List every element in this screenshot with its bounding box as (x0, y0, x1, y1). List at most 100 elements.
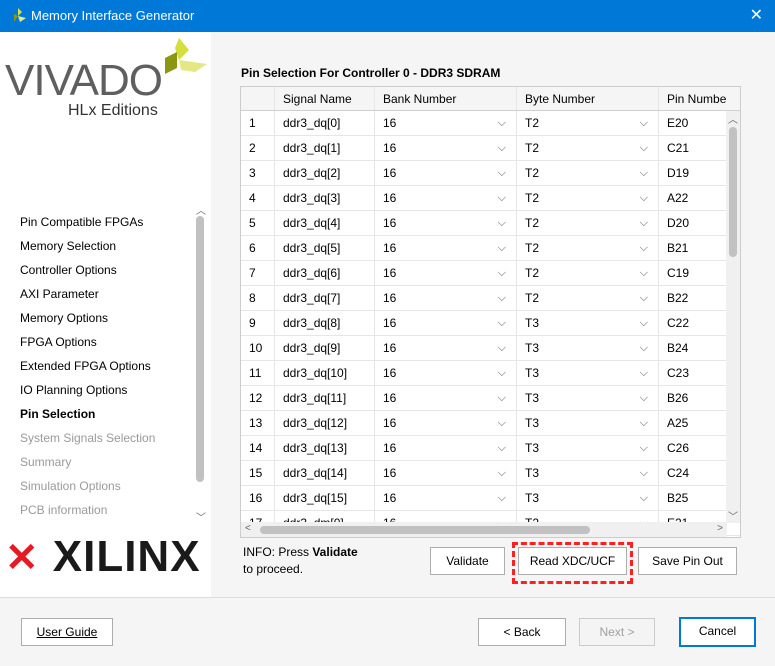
byte-select[interactable]: T3 ⌵ (517, 486, 659, 510)
scroll-right-icon[interactable]: > (717, 523, 723, 534)
chevron-down-icon[interactable]: ⌵ (640, 211, 648, 235)
scroll-up-icon[interactable]: ︿ (728, 111, 738, 126)
bank-select[interactable]: 16 ⌵ (375, 261, 517, 285)
chevron-down-icon[interactable]: ⌵ (498, 386, 506, 410)
chevron-down-icon[interactable]: ⌵ (640, 236, 648, 260)
cell-value: T3 (525, 441, 540, 455)
sidebar-item[interactable]: Memory Options (20, 310, 155, 334)
sidebar-item[interactable]: Memory Selection (20, 238, 155, 262)
chevron-down-icon[interactable]: ⌵ (640, 136, 648, 160)
bank-select[interactable]: 16 ⌵ (375, 386, 517, 410)
bank-select[interactable]: 16 ⌵ (375, 286, 517, 310)
chevron-down-icon[interactable]: ⌵ (640, 336, 648, 360)
sidebar-scrollbar[interactable]: ︿ ﹀ (193, 202, 207, 524)
byte-select[interactable]: T3 ⌵ (517, 461, 659, 485)
sidebar-item[interactable]: FPGA Options (20, 334, 155, 358)
chevron-down-icon[interactable]: ⌵ (640, 311, 648, 335)
bank-select[interactable]: 16 ⌵ (375, 111, 517, 135)
bank-select[interactable]: 16 ⌵ (375, 186, 517, 210)
cell-value: T2 (525, 116, 540, 130)
horizontal-scrollbar[interactable]: < > (241, 522, 727, 537)
byte-select[interactable]: T3 ⌵ (517, 386, 659, 410)
sidebar-item[interactable]: Controller Options (20, 262, 155, 286)
close-icon[interactable]: ✕ (750, 5, 763, 25)
chevron-down-icon[interactable]: ⌵ (498, 461, 506, 485)
sidebar-item[interactable]: AXI Parameter (20, 286, 155, 310)
bank-select[interactable]: 16 ⌵ (375, 411, 517, 435)
byte-select[interactable]: T3 ⌵ (517, 361, 659, 385)
sidebar-item[interactable]: IO Planning Options (20, 382, 155, 406)
chevron-down-icon[interactable]: ⌵ (498, 286, 506, 310)
scroll-down-icon[interactable]: ﹀ (196, 509, 206, 524)
bank-select[interactable]: 16 ⌵ (375, 211, 517, 235)
scroll-thumb[interactable] (729, 127, 737, 257)
vertical-scrollbar[interactable]: ︿ ﹀ (726, 111, 740, 523)
byte-select[interactable]: T2 ⌵ (517, 211, 659, 235)
chevron-down-icon[interactable]: ⌵ (498, 336, 506, 360)
chevron-down-icon[interactable]: ⌵ (640, 161, 648, 185)
byte-select[interactable]: T2 ⌵ (517, 236, 659, 260)
bank-select[interactable]: 16 ⌵ (375, 461, 517, 485)
chevron-down-icon[interactable]: ⌵ (498, 261, 506, 285)
table-header: Signal Name Bank Number Byte Number Pin Num… (241, 87, 740, 111)
byte-select[interactable]: T2 ⌵ (517, 261, 659, 285)
byte-select[interactable]: T3 ⌵ (517, 311, 659, 335)
bank-select[interactable]: 16 ⌵ (375, 236, 517, 260)
byte-select[interactable]: T3 ⌵ (517, 436, 659, 460)
bank-select[interactable]: 16 ⌵ (375, 486, 517, 510)
byte-select[interactable]: T3 ⌵ (517, 336, 659, 360)
scroll-left-icon[interactable]: < (245, 523, 251, 534)
chevron-down-icon[interactable]: ⌵ (498, 411, 506, 435)
sidebar-item[interactable]: Extended FPGA Options (20, 358, 155, 382)
chevron-down-icon[interactable]: ⌵ (498, 436, 506, 460)
byte-select[interactable]: T2 ⌵ (517, 286, 659, 310)
back-button[interactable]: < Back (478, 618, 566, 646)
scroll-down-icon[interactable]: ﹀ (728, 508, 738, 523)
table-row: 1 ddr3_dq[0] 16 ⌵ T2 ⌵ E20 (241, 111, 740, 136)
scroll-thumb[interactable] (196, 216, 204, 482)
bank-select[interactable]: 16 ⌵ (375, 436, 517, 460)
chevron-down-icon[interactable]: ⌵ (498, 186, 506, 210)
chevron-down-icon[interactable]: ⌵ (498, 211, 506, 235)
chevron-down-icon[interactable]: ⌵ (640, 361, 648, 385)
cell-value: ddr3_dq[6] (283, 266, 341, 280)
chevron-down-icon[interactable]: ⌵ (640, 186, 648, 210)
chevron-down-icon[interactable]: ⌵ (640, 486, 648, 510)
scroll-thumb[interactable] (260, 526, 590, 534)
chevron-down-icon[interactable]: ⌵ (640, 286, 648, 310)
chevron-down-icon[interactable]: ⌵ (498, 361, 506, 385)
user-guide-button[interactable]: User Guide (21, 618, 113, 646)
byte-select[interactable]: T2 ⌵ (517, 161, 659, 185)
validate-button[interactable]: Validate (430, 547, 505, 575)
chevron-down-icon[interactable]: ⌵ (640, 111, 648, 135)
chevron-down-icon[interactable]: ⌵ (640, 261, 648, 285)
bank-select[interactable]: 16 ⌵ (375, 136, 517, 160)
scroll-up-icon[interactable]: ︿ (196, 202, 206, 217)
byte-select[interactable]: T2 ⌵ (517, 136, 659, 160)
chevron-down-icon[interactable]: ⌵ (498, 311, 506, 335)
cell-value: T3 (525, 366, 540, 380)
cancel-button[interactable]: Cancel (679, 617, 756, 647)
vivado-logo: VIVADO (5, 56, 163, 105)
bank-select[interactable]: 16 ⌵ (375, 161, 517, 185)
chevron-down-icon[interactable]: ⌵ (640, 411, 648, 435)
bank-select[interactable]: 16 ⌵ (375, 361, 517, 385)
table-cell: ddr3_dq[12] (275, 411, 375, 435)
chevron-down-icon[interactable]: ⌵ (498, 486, 506, 510)
chevron-down-icon[interactable]: ⌵ (640, 386, 648, 410)
sidebar-item[interactable]: Pin Selection (20, 406, 155, 430)
chevron-down-icon[interactable]: ⌵ (640, 461, 648, 485)
column-header: Bank Number (375, 87, 517, 110)
byte-select[interactable]: T3 ⌵ (517, 411, 659, 435)
chevron-down-icon[interactable]: ⌵ (498, 236, 506, 260)
chevron-down-icon[interactable]: ⌵ (498, 161, 506, 185)
byte-select[interactable]: T2 ⌵ (517, 111, 659, 135)
chevron-down-icon[interactable]: ⌵ (498, 136, 506, 160)
bank-select[interactable]: 16 ⌵ (375, 311, 517, 335)
bank-select[interactable]: 16 ⌵ (375, 336, 517, 360)
byte-select[interactable]: T2 ⌵ (517, 186, 659, 210)
chevron-down-icon[interactable]: ⌵ (640, 436, 648, 460)
sidebar-item[interactable]: Pin Compatible FPGAs (20, 214, 155, 238)
chevron-down-icon[interactable]: ⌵ (498, 111, 506, 135)
save-pin-out-button[interactable]: Save Pin Out (638, 547, 737, 575)
